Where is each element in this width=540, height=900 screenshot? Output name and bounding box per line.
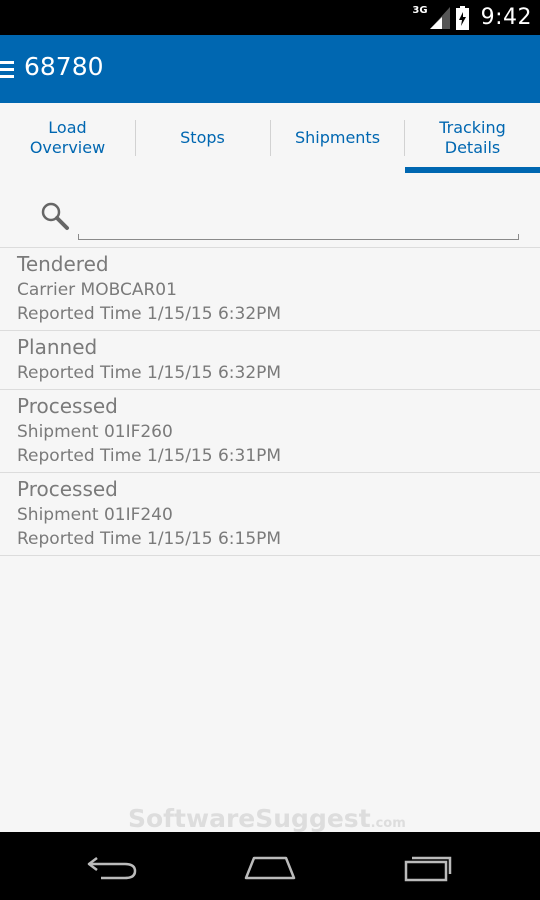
watermark-text: SoftwareSuggest: [128, 804, 371, 833]
battery-icon: [455, 5, 469, 30]
status-bar: 3G 9:42: [0, 0, 540, 35]
navigation-bar: [0, 832, 540, 900]
menu-icon[interactable]: [0, 59, 14, 79]
item-detail: Reported Time 1/15/15 6:15PM: [17, 529, 282, 549]
tab-bar: Load Overview Stops Shipments Tracking D…: [0, 103, 540, 173]
status-time: 9:42: [480, 5, 532, 30]
item-detail: Reported Time 1/15/15 6:32PM: [17, 363, 282, 383]
signal-icon: [429, 6, 450, 29]
recent-apps-icon[interactable]: [400, 850, 456, 884]
item-detail: Reported Time 1/15/15 6:32PM: [17, 304, 282, 324]
item-detail: Reported Time 1/15/15 6:31PM: [17, 446, 282, 466]
back-icon[interactable]: [85, 850, 141, 884]
tab-shipments[interactable]: Shipments: [270, 103, 405, 173]
item-detail: Carrier MOBCAR01: [17, 280, 177, 300]
item-detail: Shipment 01IF260: [17, 422, 173, 442]
search-icon[interactable]: [40, 201, 70, 231]
watermark: SoftwareSuggest.com: [128, 804, 406, 833]
page-title: 68780: [24, 52, 104, 81]
list-item[interactable]: Processed Shipment 01IF240 Reported Time…: [0, 473, 540, 556]
app-bar: 68780: [0, 35, 540, 103]
network-type: 3G: [412, 5, 428, 16]
tab-stops[interactable]: Stops: [135, 103, 270, 173]
search-input[interactable]: [78, 197, 518, 241]
tab-tracking-details[interactable]: Tracking Details: [405, 103, 540, 173]
tab-load-overview[interactable]: Load Overview: [0, 103, 135, 173]
item-status: Processed: [17, 394, 118, 418]
list-item[interactable]: Tendered Carrier MOBCAR01 Reported Time …: [0, 248, 540, 331]
item-status: Processed: [17, 477, 118, 501]
status-icons: 3G 9:42: [412, 0, 532, 35]
item-status: Planned: [17, 335, 98, 359]
tracking-list: Tendered Carrier MOBCAR01 Reported Time …: [0, 247, 540, 556]
search-input-underline: [78, 234, 519, 240]
search-bar: [0, 173, 540, 248]
list-item[interactable]: Planned Reported Time 1/15/15 6:32PM: [0, 331, 540, 390]
list-item[interactable]: Processed Shipment 01IF260 Reported Time…: [0, 390, 540, 473]
home-icon[interactable]: [242, 850, 298, 884]
watermark-suffix: .com: [370, 816, 406, 831]
item-status: Tendered: [17, 252, 109, 276]
item-detail: Shipment 01IF240: [17, 505, 173, 525]
